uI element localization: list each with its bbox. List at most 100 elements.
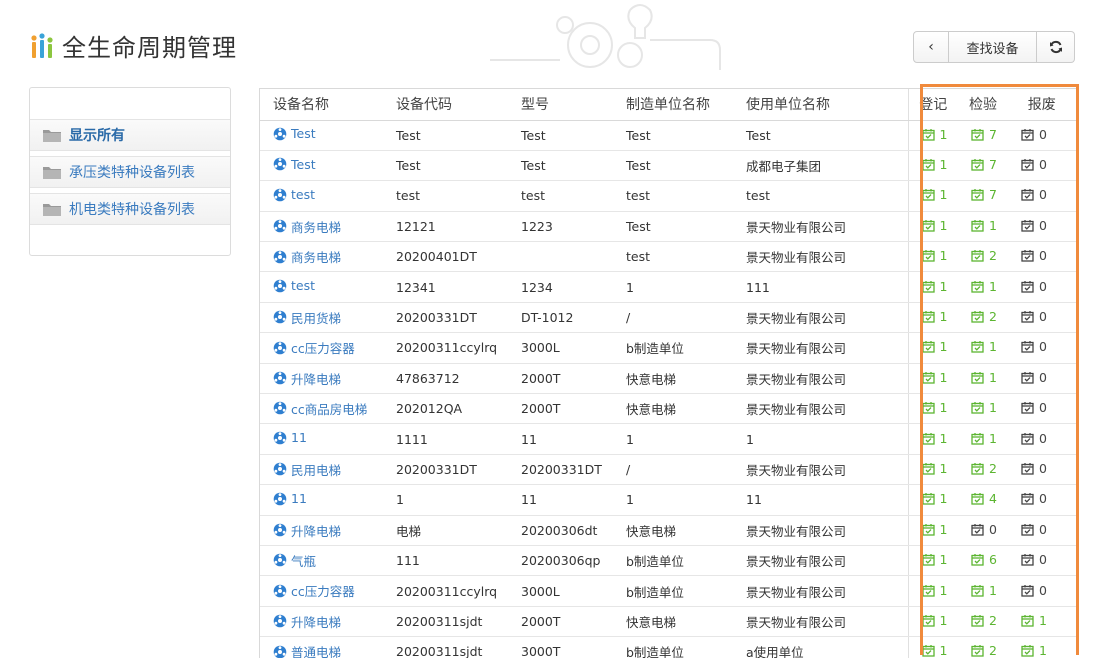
column-header-model[interactable]: 型号 bbox=[508, 89, 613, 121]
column-header-name[interactable]: 设备名称 bbox=[260, 89, 383, 121]
table-row[interactable]: Test Test Test Test 成都电子集团 1 7 0 bbox=[260, 150, 1076, 182]
column-header-registration[interactable]: 登记 bbox=[907, 89, 958, 121]
cell-name[interactable]: cc压力容器 bbox=[260, 575, 383, 607]
cell-inspection[interactable]: 2 bbox=[958, 241, 1008, 273]
cell-inspection[interactable]: 1 bbox=[958, 363, 1008, 395]
device-name-link[interactable]: 升降电梯 bbox=[273, 369, 341, 388]
cell-scrap[interactable]: 0 bbox=[1008, 575, 1076, 607]
registration-count[interactable]: 1 bbox=[921, 461, 947, 476]
sidebar-item-electromechanical-devices[interactable]: 机电类特种设备列表 bbox=[30, 193, 230, 225]
cell-inspection[interactable]: 7 bbox=[958, 120, 1008, 151]
inspection-count[interactable]: 1 bbox=[971, 339, 997, 354]
cell-scrap[interactable]: 0 bbox=[1008, 241, 1076, 273]
registration-count[interactable]: 1 bbox=[921, 127, 947, 142]
registration-count[interactable]: 1 bbox=[921, 552, 947, 567]
cell-name[interactable]: 商务电梯 bbox=[260, 241, 383, 273]
inspection-count[interactable]: 7 bbox=[971, 157, 997, 172]
registration-count[interactable]: 1 bbox=[921, 583, 947, 598]
inspection-count[interactable]: 6 bbox=[971, 552, 997, 567]
cell-registration[interactable]: 1 bbox=[907, 393, 958, 425]
cell-scrap[interactable]: 0 bbox=[1008, 180, 1076, 212]
scrap-count[interactable]: 0 bbox=[1021, 157, 1047, 172]
sidebar-item-pressure-devices[interactable]: 承压类特种设备列表 bbox=[30, 156, 230, 188]
scrap-count[interactable]: 0 bbox=[1021, 522, 1047, 537]
table-row[interactable]: 民用货梯 20200331DT DT-1012/景天物业有限公司 1 2 0 bbox=[260, 302, 1076, 334]
device-name-link[interactable]: test bbox=[273, 278, 315, 293]
cell-inspection[interactable]: 2 bbox=[958, 302, 1008, 334]
cell-registration[interactable]: 1 bbox=[907, 180, 958, 212]
column-header-user-unit[interactable]: 使用单位名称 bbox=[733, 89, 908, 121]
cell-scrap[interactable]: 0 bbox=[1008, 515, 1076, 546]
cell-inspection[interactable]: 6 bbox=[958, 545, 1008, 577]
cell-scrap[interactable]: 0 bbox=[1008, 545, 1076, 577]
table-row[interactable]: cc商品房电梯 202012QA 2000T 快意电梯 景天物业有限公司 1 1 0 bbox=[260, 393, 1076, 425]
find-device-button[interactable]: 查找设备 bbox=[949, 31, 1037, 63]
inspection-count[interactable]: 1 bbox=[971, 218, 997, 233]
table-row[interactable]: 升降电梯 47863712 2000T 快意电梯 景天物业有限公司 1 1 0 bbox=[260, 363, 1076, 395]
registration-count[interactable]: 1 bbox=[921, 187, 947, 202]
cell-registration[interactable]: 1 bbox=[907, 515, 958, 546]
cell-registration[interactable]: 1 bbox=[907, 454, 958, 486]
cell-inspection[interactable]: 1 bbox=[958, 211, 1008, 243]
inspection-count[interactable]: 1 bbox=[971, 431, 997, 446]
registration-count[interactable]: 1 bbox=[921, 309, 947, 324]
cell-registration[interactable]: 1 bbox=[907, 575, 958, 607]
inspection-count[interactable]: 2 bbox=[971, 309, 997, 324]
scrap-count[interactable]: 0 bbox=[1021, 248, 1047, 263]
device-name-link[interactable]: cc压力容器 bbox=[273, 581, 355, 600]
device-name-link[interactable]: Test bbox=[273, 126, 316, 141]
table-row[interactable]: cc压力容器 20200311ccylrq 3000L b制造单位 景天物业有限公司 1 1… bbox=[260, 575, 1076, 607]
cell-scrap[interactable]: 0 bbox=[1008, 271, 1076, 303]
scrap-count[interactable]: 1 bbox=[1021, 613, 1047, 628]
table-row[interactable]: test test test test test 1 7 0 bbox=[260, 180, 1076, 212]
registration-count[interactable]: 1 bbox=[921, 279, 947, 294]
cell-registration[interactable]: 1 bbox=[907, 423, 958, 455]
cell-scrap[interactable]: 0 bbox=[1008, 211, 1076, 243]
scrap-count[interactable]: 1 bbox=[1021, 643, 1047, 658]
scrap-count[interactable]: 0 bbox=[1021, 187, 1047, 202]
device-name-link[interactable]: test bbox=[273, 187, 315, 202]
device-name-link[interactable]: 升降电梯 bbox=[273, 612, 341, 631]
scrap-count[interactable]: 0 bbox=[1021, 218, 1047, 233]
scrap-count[interactable]: 0 bbox=[1021, 491, 1047, 506]
cell-name[interactable]: cc压力容器 bbox=[260, 332, 383, 364]
cell-inspection[interactable]: 7 bbox=[958, 180, 1008, 212]
cell-registration[interactable]: 1 bbox=[907, 302, 958, 334]
cell-inspection[interactable]: 2 bbox=[958, 454, 1008, 486]
cell-inspection[interactable]: 2 bbox=[958, 606, 1008, 638]
registration-count[interactable]: 1 bbox=[921, 157, 947, 172]
cell-inspection[interactable]: 1 bbox=[958, 575, 1008, 607]
scrap-count[interactable]: 0 bbox=[1021, 339, 1047, 354]
cell-registration[interactable]: 1 bbox=[907, 271, 958, 303]
cell-scrap[interactable]: 1 bbox=[1008, 606, 1076, 638]
cell-scrap[interactable]: 0 bbox=[1008, 302, 1076, 334]
inspection-count[interactable]: 1 bbox=[971, 583, 997, 598]
device-name-link[interactable]: 商务电梯 bbox=[273, 217, 341, 236]
device-name-link[interactable]: 商务电梯 bbox=[273, 247, 341, 266]
table-row[interactable]: 11 1 11 1 11 1 4 0 bbox=[260, 484, 1076, 516]
table-row[interactable]: Test Test Test Test Test 1 7 0 bbox=[260, 120, 1076, 151]
device-name-link[interactable]: 民用货梯 bbox=[273, 308, 341, 327]
inspection-count[interactable]: 1 bbox=[971, 279, 997, 294]
cell-name[interactable]: 升降电梯 bbox=[260, 363, 383, 395]
table-row[interactable]: test 12341 1234 1 111 1 1 0 bbox=[260, 271, 1076, 303]
sidebar-item-show-all[interactable]: 显示所有 bbox=[30, 119, 230, 151]
registration-count[interactable]: 1 bbox=[921, 339, 947, 354]
scrap-count[interactable]: 0 bbox=[1021, 552, 1047, 567]
cell-inspection[interactable]: 0 bbox=[958, 515, 1008, 546]
registration-count[interactable]: 1 bbox=[921, 370, 947, 385]
cell-name[interactable]: 11 bbox=[260, 484, 383, 516]
table-row[interactable]: 民用电梯 20200331DT 20200331DT / 景天物业有限公司 1 2 0 bbox=[260, 454, 1076, 486]
scrap-count[interactable]: 0 bbox=[1021, 400, 1047, 415]
table-row[interactable]: 商务电梯 12121 1223 Test 景天物业有限公司 1 1 0 bbox=[260, 211, 1076, 243]
device-name-link[interactable]: Test bbox=[273, 157, 316, 172]
cell-name[interactable]: 气瓶 bbox=[260, 545, 383, 577]
device-name-link[interactable]: 11 bbox=[273, 430, 307, 445]
cell-inspection[interactable]: 1 bbox=[958, 423, 1008, 455]
cell-inspection[interactable]: 7 bbox=[958, 150, 1008, 182]
inspection-count[interactable]: 0 bbox=[971, 522, 997, 537]
registration-count[interactable]: 1 bbox=[921, 248, 947, 263]
cell-name[interactable]: Test bbox=[260, 150, 383, 182]
cell-scrap[interactable]: 0 bbox=[1008, 332, 1076, 364]
cell-name[interactable]: 民用电梯 bbox=[260, 454, 383, 486]
